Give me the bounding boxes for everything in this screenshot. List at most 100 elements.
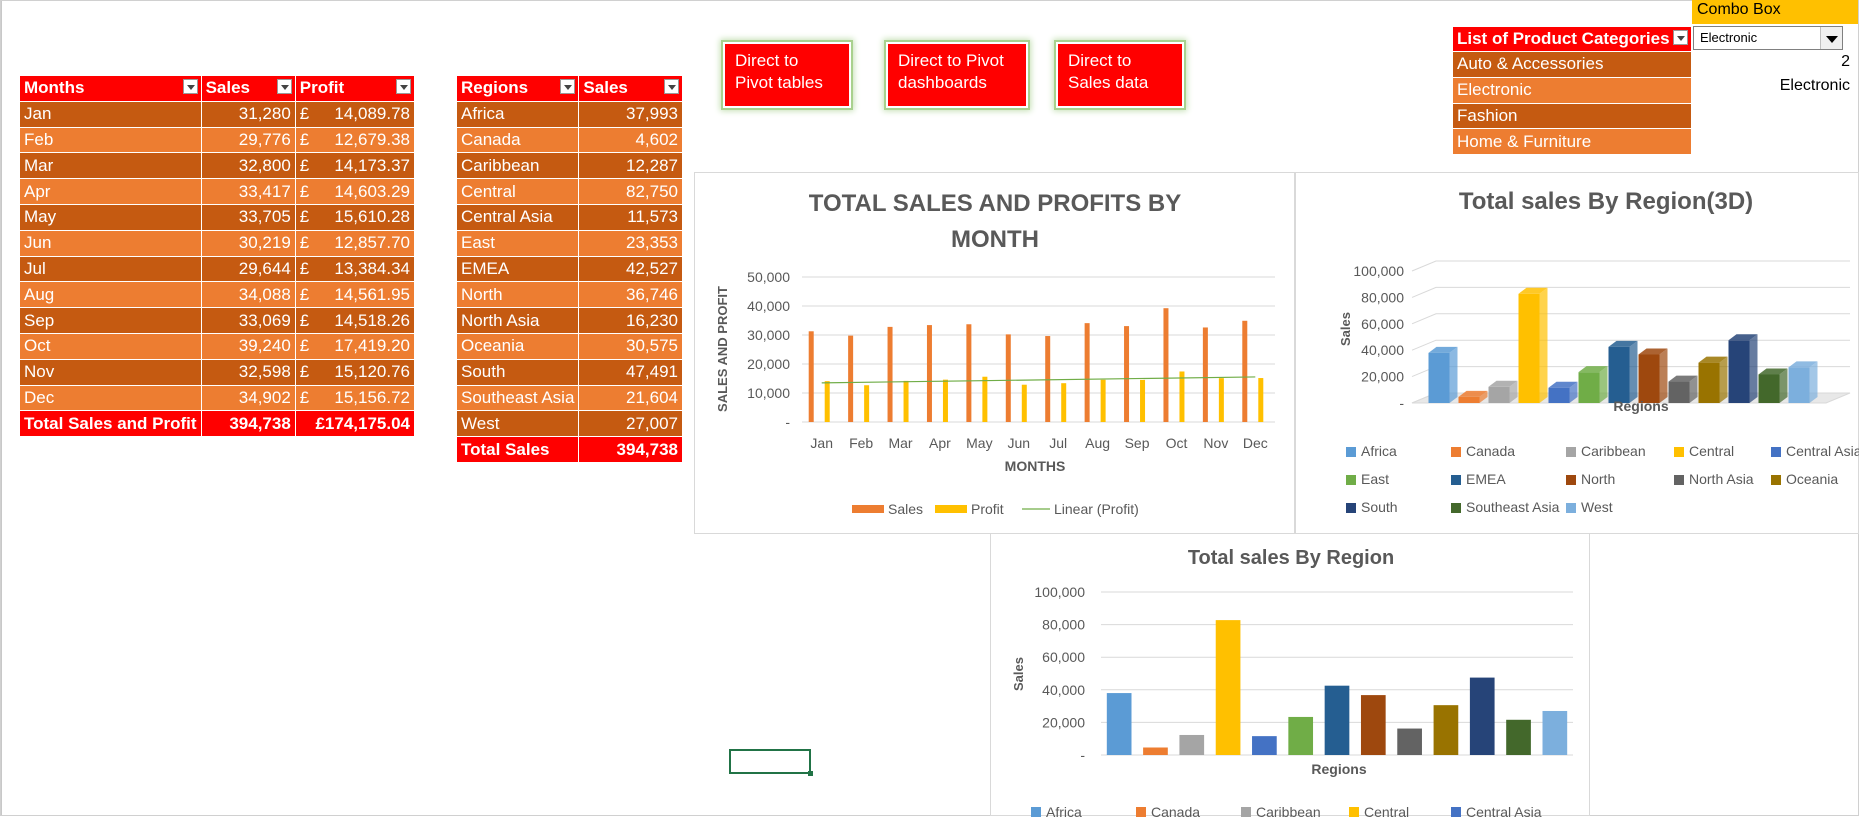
sales-cell[interactable]: 23,353 [578, 229, 683, 257]
total-profit-cell[interactable]: £174,175.04 [294, 410, 416, 438]
sales-cell[interactable]: 42,527 [578, 255, 683, 283]
profit-cell[interactable]: £12,857.70 [294, 229, 416, 257]
product-category-combo-box[interactable]: Electronic [1693, 26, 1843, 50]
sales-profit-by-month-chart[interactable]: TOTAL SALES AND PROFITS BY MONTH - 10,000 20… [694, 172, 1295, 534]
sales-cell[interactable]: 33,417 [200, 178, 296, 205]
sales-cell[interactable]: 37,993 [578, 100, 683, 128]
direct-to-sales-data-button[interactable]: Direct to Sales data [1056, 42, 1184, 108]
month-cell[interactable]: Mar [19, 152, 202, 180]
region-cell[interactable]: North [455, 281, 580, 309]
total-label-cell[interactable]: Total Sales and Profit [19, 410, 202, 438]
filter-dropdown-icon[interactable] [276, 79, 292, 94]
region-cell[interactable]: EMEA [455, 255, 580, 283]
sales-cell[interactable]: 39,240 [200, 332, 296, 360]
profit-value: 14,603.29 [334, 181, 410, 201]
sales-cell[interactable]: 31,280 [200, 100, 296, 128]
profit-cell[interactable]: £15,610.28 [294, 203, 416, 231]
month-cell[interactable]: May [19, 203, 202, 231]
sales-cell[interactable]: 82,750 [578, 178, 683, 205]
region-cell[interactable]: North Asia [455, 307, 580, 334]
total-label-cell[interactable]: Total Sales [455, 436, 580, 463]
y-tick-label: 20,000 [747, 356, 790, 372]
bar-side [1449, 346, 1458, 403]
month-cell[interactable]: Apr [19, 178, 202, 205]
region-cell[interactable]: Central Asia [455, 203, 580, 231]
filter-dropdown-icon[interactable] [396, 79, 411, 94]
region-cell[interactable]: Oceania [455, 332, 580, 360]
profit-cell[interactable]: £13,384.34 [294, 255, 416, 283]
direct-to-pivot-tables-button[interactable]: Direct to Pivot tables [723, 42, 851, 108]
sales-cell[interactable]: 27,007 [578, 410, 683, 438]
month-cell[interactable]: Jul [19, 255, 202, 283]
sales-cell[interactable]: 32,598 [200, 358, 296, 386]
month-cell[interactable]: Feb [19, 126, 202, 154]
filter-dropdown-icon[interactable] [1673, 30, 1688, 45]
month-cell[interactable]: Aug [19, 281, 202, 309]
month-cell[interactable]: Nov [19, 358, 202, 386]
month-cell[interactable]: Jun [19, 229, 202, 257]
selected-cell[interactable] [729, 749, 813, 776]
sales-cell[interactable]: 30,575 [578, 332, 683, 360]
profit-cell[interactable]: £14,089.78 [294, 100, 416, 128]
region-cell[interactable]: Canada [455, 126, 580, 154]
total-sales-cell[interactable]: 394,738 [578, 436, 683, 463]
month-cell[interactable]: Dec [19, 384, 202, 412]
profit-cell[interactable]: £17,419.20 [294, 332, 416, 360]
sales-cell[interactable]: 16,230 [578, 307, 683, 334]
combo-index-cell[interactable]: 2 [1820, 53, 1850, 71]
filter-dropdown-icon[interactable] [560, 79, 576, 94]
profit-cell[interactable]: £14,518.26 [294, 307, 416, 334]
header-months[interactable]: Months [19, 75, 202, 102]
category-cell[interactable]: Home & Furniture [1452, 128, 1692, 156]
total-sales-cell[interactable]: 394,738 [200, 410, 296, 438]
header-sales[interactable]: Sales [200, 75, 296, 102]
profit-cell[interactable]: £12,679.38 [294, 126, 416, 154]
region-cell[interactable]: Southeast Asia [455, 384, 580, 412]
profit-cell[interactable]: £14,561.95 [294, 281, 416, 309]
combo-result-cell[interactable]: Electronic [1740, 77, 1850, 95]
sales-cell[interactable]: 29,776 [200, 126, 296, 154]
sales-cell[interactable]: 21,604 [578, 384, 683, 412]
region-cell[interactable]: South [455, 358, 580, 386]
sales-by-region-3d-chart[interactable]: Total sales By Region(3D) - 20,000 40,000 60… [1295, 172, 1859, 534]
sales-cell[interactable]: 34,902 [200, 384, 296, 412]
region-cell[interactable]: Central [455, 178, 580, 205]
month-cell[interactable]: Oct [19, 332, 202, 360]
filter-dropdown-icon[interactable] [182, 79, 198, 94]
sales-cell[interactable]: 12,287 [578, 152, 683, 180]
profit-cell[interactable]: £15,120.76 [294, 358, 416, 386]
chevron-down-icon[interactable] [1820, 27, 1842, 49]
legend-label-trend: Linear (Profit) [1054, 501, 1139, 517]
filter-dropdown-icon[interactable] [664, 79, 679, 94]
header-regions[interactable]: Regions [455, 75, 580, 102]
bar-side [1659, 348, 1668, 403]
category-cell[interactable]: Electronic [1452, 76, 1692, 104]
sales-cell[interactable]: 36,746 [578, 281, 683, 309]
list-item: Auto & Accessories [1452, 51, 1692, 78]
sales-cell[interactable]: 29,644 [200, 255, 296, 283]
profit-cell[interactable]: £14,173.37 [294, 152, 416, 180]
category-cell[interactable]: Fashion [1452, 102, 1692, 130]
category-cell[interactable]: Auto & Accessories [1452, 51, 1692, 78]
sales-cell[interactable]: 33,069 [200, 307, 296, 334]
sales-cell[interactable]: 47,491 [578, 358, 683, 386]
direct-to-pivot-dashboards-button[interactable]: Direct to Pivot dashboards [886, 42, 1028, 108]
header-profit[interactable]: Profit [294, 75, 416, 102]
region-cell[interactable]: Caribbean [455, 152, 580, 180]
sales-by-region-chart[interactable]: Total sales By Region - 20,000 40,000 60,000… [990, 533, 1590, 820]
region-cell[interactable]: East [455, 229, 580, 257]
month-cell[interactable]: Sep [19, 307, 202, 334]
profit-cell[interactable]: £14,603.29 [294, 178, 416, 205]
header-product-categories[interactable]: List of Product Categories [1452, 26, 1692, 52]
region-cell[interactable]: West [455, 410, 580, 438]
sales-cell[interactable]: 4,602 [578, 126, 683, 154]
sales-cell[interactable]: 32,800 [200, 152, 296, 180]
region-cell[interactable]: Africa [455, 100, 580, 128]
sales-cell[interactable]: 33,705 [200, 203, 296, 231]
sales-cell[interactable]: 11,573 [578, 203, 683, 231]
header-sales[interactable]: Sales [578, 75, 683, 102]
month-cell[interactable]: Jan [19, 100, 202, 128]
profit-cell[interactable]: £15,156.72 [294, 384, 416, 412]
sales-cell[interactable]: 30,219 [200, 229, 296, 257]
sales-cell[interactable]: 34,088 [200, 281, 296, 309]
